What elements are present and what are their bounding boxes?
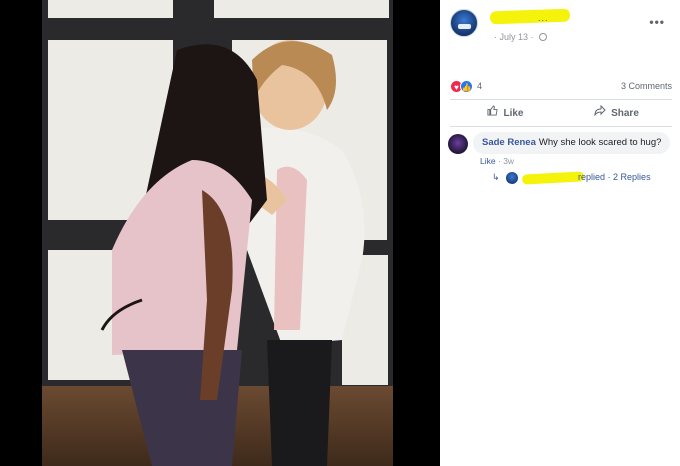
reply-arrow-icon: ↳ [492,172,500,182]
post-photo[interactable] [42,0,393,466]
divider [450,126,672,127]
reply-name-redacted [521,171,585,185]
like-reaction-icon: 👍 [460,80,473,93]
post-panel: ... · July 13 · ••• ♥ 👍 4 3 Comments Lik… [440,0,680,466]
replies-count: · 2 Replies [607,172,651,182]
author-name-tail: ... [538,13,549,23]
comment-separator: · [497,156,501,166]
commenter-name[interactable]: Sade Renea [482,137,536,148]
share-button[interactable]: Share [561,102,672,124]
like-button-label: Like [503,108,524,119]
share-arrow-icon [594,102,606,124]
post-meta: · July 13 · [494,32,548,42]
people-hugging [100,40,365,466]
comment-age[interactable]: 3w [503,156,514,166]
comments-count[interactable]: 3 Comments [621,81,672,91]
reply-avatar [506,172,518,184]
meta-separator: · [494,32,497,42]
post-date[interactable]: July 13 [500,32,529,42]
comment-bubble: Sade Renea Why she look scared to hug? [473,132,671,154]
more-options-icon[interactable]: ••• [649,15,665,29]
thumbs-up-icon [487,102,499,124]
comment: Sade Renea Why she look scared to hug? Li… [448,132,673,192]
reaction-summary[interactable]: ♥ 👍 4 3 Comments [450,80,672,94]
meta-separator: · [530,32,534,42]
comment-actions: Like · 3w [480,156,514,166]
post-header: ... · July 13 · ••• [450,8,675,42]
globe-icon [539,33,548,41]
action-bar: Like Share [450,102,672,124]
replied-label: replied [578,172,606,182]
like-button[interactable]: Like [450,102,561,124]
replies-link[interactable]: replied · 2 Replies [578,172,651,182]
comment-text: Why she look scared to hug? [538,137,662,148]
share-button-label: Share [611,108,639,119]
reaction-count[interactable]: 4 [477,81,482,91]
commenter-avatar[interactable] [448,134,468,154]
divider [450,99,672,100]
author-name-redacted[interactable] [489,8,571,25]
replies-row[interactable]: ↳ replied · 2 Replies [492,171,672,186]
author-avatar[interactable] [450,9,478,37]
comment-like-link[interactable]: Like [480,156,496,166]
